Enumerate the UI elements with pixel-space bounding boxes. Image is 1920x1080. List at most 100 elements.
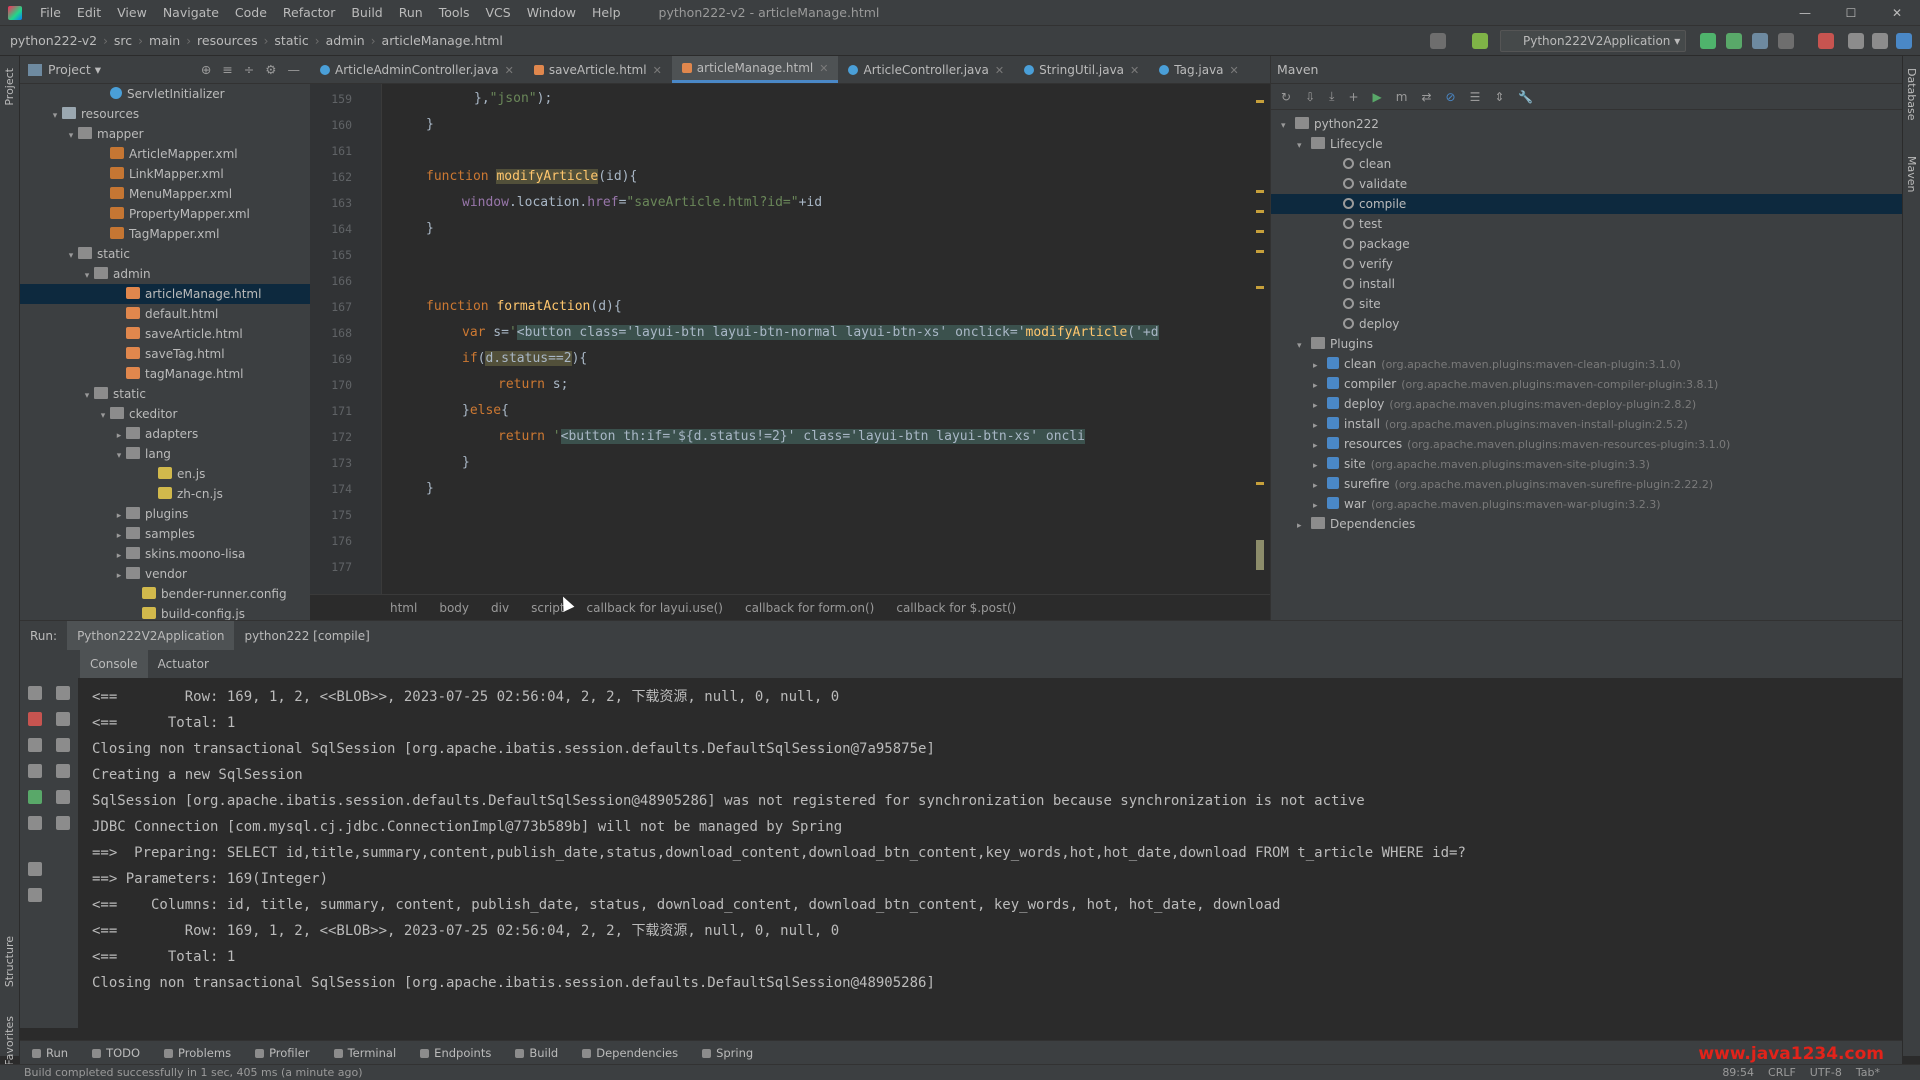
down-arrow-icon[interactable] — [56, 712, 70, 726]
chevron-down-icon[interactable]: ▾ — [1297, 136, 1311, 156]
chevron-down-icon[interactable]: ▾ — [112, 446, 126, 466]
minimize-icon[interactable]: — — [1782, 0, 1828, 26]
menu-item-view[interactable]: View — [109, 5, 155, 20]
project-tree-item[interactable]: TagMapper.xml — [20, 224, 310, 244]
download-icon[interactable]: ⤓ — [1329, 89, 1334, 104]
menu-item-refactor[interactable]: Refactor — [275, 5, 343, 20]
editor-breadcrumb-item[interactable]: callback for $.post() — [896, 601, 1038, 615]
chevron-right-icon[interactable]: ▸ — [112, 426, 126, 446]
close-tab-icon[interactable]: ✕ — [819, 62, 828, 75]
project-tree-item[interactable]: ▾ resources — [20, 104, 310, 124]
jetbrains-logo-icon[interactable] — [1896, 33, 1912, 49]
camera-icon[interactable] — [28, 764, 42, 778]
maven-tree-item[interactable]: ▸ site (org.apache.maven.plugins:maven-sit… — [1271, 454, 1902, 474]
menu-item-file[interactable]: File — [32, 5, 69, 20]
project-tree-item[interactable]: ▾ ckeditor — [20, 404, 310, 424]
nav-crumb[interactable]: articleManage.html — [376, 33, 509, 48]
maven-settings-icon[interactable]: 🔧 — [1518, 90, 1533, 104]
menu-item-help[interactable]: Help — [584, 5, 629, 20]
project-tree-item[interactable]: MenuMapper.xml — [20, 184, 310, 204]
chevron-right-icon[interactable]: ▸ — [1313, 416, 1327, 436]
chevron-right-icon[interactable]: ▸ — [112, 566, 126, 586]
project-tree-item[interactable]: ▾ static — [20, 384, 310, 404]
file-encoding[interactable]: UTF-8 — [1810, 1065, 1842, 1080]
chevron-right-icon[interactable]: ▸ — [112, 526, 126, 546]
editor-tab[interactable]: articleManage.html ✕ — [671, 56, 839, 83]
project-tree-item[interactable]: tagManage.html — [20, 364, 310, 384]
chevron-right-icon[interactable]: ▸ — [112, 506, 126, 526]
console-output[interactable]: <== Row: 169, 1, 2, <<BLOB>>, 2023-07-25… — [78, 678, 1902, 1028]
nav-crumb[interactable]: main — [143, 33, 186, 48]
editor-tab[interactable]: ArticleAdminController.java ✕ — [310, 56, 524, 83]
editor-tab[interactable]: ArticleController.java ✕ — [838, 56, 1014, 83]
nav-crumb[interactable]: python222-v2 — [4, 33, 103, 48]
chevron-down-icon[interactable]: ▾ — [1297, 336, 1311, 356]
layout-icon[interactable] — [28, 862, 42, 876]
status-message[interactable]: Build completed successfully in 1 sec, 4… — [0, 1066, 363, 1079]
nav-crumb[interactable]: resources — [191, 33, 264, 48]
editor-breadcrumb-item[interactable]: body — [439, 601, 491, 615]
menu-item-tools[interactable]: Tools — [431, 5, 478, 20]
project-tree-item[interactable]: build-config.js — [20, 604, 310, 620]
print-icon[interactable] — [56, 790, 70, 804]
close-icon[interactable]: ✕ — [1874, 0, 1920, 26]
maven-tree-item[interactable]: validate — [1271, 174, 1902, 194]
project-tree-item[interactable]: en.js — [20, 464, 310, 484]
chevron-down-icon[interactable]: ▾ — [96, 406, 110, 426]
menu-item-vcs[interactable]: VCS — [478, 5, 519, 20]
close-tab-icon[interactable]: ✕ — [505, 64, 514, 77]
debug-icon[interactable] — [1726, 33, 1742, 49]
maven-tree-item[interactable]: site — [1271, 294, 1902, 314]
run-icon[interactable]: ▶ — [1373, 90, 1382, 104]
reload-icon[interactable]: ↻ — [1281, 90, 1291, 104]
vcs-icon[interactable] — [1430, 33, 1446, 49]
build-hammer-icon[interactable] — [1472, 33, 1488, 49]
nav-crumb[interactable]: static — [268, 33, 314, 48]
maven-tree-item[interactable]: compile — [1271, 194, 1902, 214]
project-tree-item[interactable]: ▸ samples — [20, 524, 310, 544]
maven-tree-item[interactable]: ▾ python222 — [1271, 114, 1902, 134]
maven-tree-item[interactable]: test — [1271, 214, 1902, 234]
tool-window-spring[interactable]: Spring — [690, 1046, 765, 1060]
editor-tab[interactable]: saveArticle.html ✕ — [524, 56, 672, 83]
tool-window-run[interactable]: Run — [20, 1046, 80, 1060]
chevron-right-icon[interactable]: ▸ — [1297, 516, 1311, 536]
chevron-down-icon[interactable]: ▾ — [80, 386, 94, 406]
editor-breadcrumb-item[interactable]: div — [491, 601, 531, 615]
project-tree-item[interactable]: ArticleMapper.xml — [20, 144, 310, 164]
project-tree-item[interactable]: ▾ static — [20, 244, 310, 264]
chevron-right-icon[interactable]: ▸ — [1313, 396, 1327, 416]
chevron-down-icon[interactable]: ▾ — [1281, 116, 1295, 136]
project-tree-item[interactable]: ▸ plugins — [20, 504, 310, 524]
project-tree-item[interactable]: PropertyMapper.xml — [20, 204, 310, 224]
maven-tree-item[interactable]: install — [1271, 274, 1902, 294]
structure-tool-tab[interactable]: Structure — [3, 936, 16, 987]
chevron-right-icon[interactable]: ▸ — [1313, 376, 1327, 396]
run-tab[interactable]: Python222V2Application — [67, 620, 235, 651]
run-subtab-console[interactable]: Console — [80, 650, 148, 678]
collapse-all-icon[interactable]: ≡ — [222, 62, 232, 77]
rerun-icon[interactable] — [1700, 33, 1716, 49]
collapse-icon[interactable]: ⇕ — [1494, 90, 1504, 104]
indent-setting[interactable]: Tab* — [1856, 1065, 1880, 1080]
expand-icon[interactable]: ÷ — [244, 62, 254, 77]
close-tab-icon[interactable]: ✕ — [995, 64, 1004, 77]
maven-tree-item[interactable]: ▸ compiler (org.apache.maven.plugins:maven… — [1271, 374, 1902, 394]
scroll-to-end-icon[interactable] — [56, 764, 70, 778]
skip-tests-icon[interactable]: ⊘ — [1446, 90, 1456, 104]
project-tree-item[interactable]: ▸ skins.moono-lisa — [20, 544, 310, 564]
editor-tab[interactable]: Tag.java ✕ — [1149, 56, 1249, 83]
menu-item-build[interactable]: Build — [343, 5, 390, 20]
editor-breadcrumb-item[interactable]: html — [390, 601, 439, 615]
caret-position[interactable]: 89:54 — [1722, 1065, 1754, 1080]
database-tool-tab[interactable]: Database — [1905, 68, 1918, 121]
nav-crumb[interactable]: admin — [320, 33, 371, 48]
code-area[interactable]: 159},"json"); 160} 161 162 function modifyAr… — [310, 84, 1250, 594]
editor-tab[interactable]: StringUtil.java ✕ — [1014, 56, 1149, 83]
maven-tree-item[interactable]: verify — [1271, 254, 1902, 274]
chevron-right-icon[interactable]: ▸ — [1313, 476, 1327, 496]
tool-window-build[interactable]: Build — [503, 1046, 570, 1060]
maven-tree-item[interactable]: deploy — [1271, 314, 1902, 334]
menu-item-navigate[interactable]: Navigate — [155, 5, 227, 20]
show-dependencies-icon[interactable]: ☰ — [1470, 90, 1481, 104]
